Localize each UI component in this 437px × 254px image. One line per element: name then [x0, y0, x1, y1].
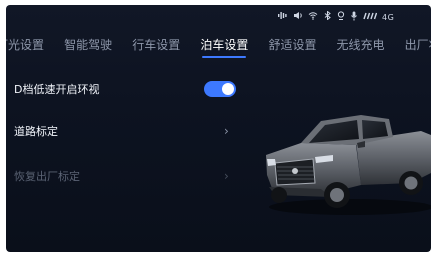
speaker-icon [293, 11, 303, 23]
status-bar: 4G [278, 10, 394, 24]
settings-tabs: 灯光设置 智能驾驶 行车设置 泊车设置 舒适设置 无线充电 出厂状态 [6, 34, 431, 58]
setting-label: 道路标定 [14, 125, 58, 138]
tab-parking[interactable]: 泊车设置 [200, 36, 248, 58]
bluetooth-icon [323, 10, 332, 23]
signal-icon [363, 11, 378, 23]
tab-factory-status[interactable]: 出厂状态 [405, 36, 431, 57]
tab-lighting[interactable]: 灯光设置 [6, 36, 44, 57]
pickup-truck-image [266, 115, 431, 215]
setting-row-surround-view[interactable]: D档低速开启环视 [14, 78, 236, 100]
location-icon [337, 10, 345, 24]
toggle-knob [222, 83, 234, 95]
car-settings-screen: 4G 灯光设置 智能驾驶 行车设置 泊车设置 舒适设置 无线充电 出厂状态 D档… [6, 5, 431, 252]
chevron-right-icon: › [224, 169, 229, 183]
tab-smart-driving[interactable]: 智能驾驶 [64, 36, 112, 57]
tab-comfort[interactable]: 舒适设置 [268, 36, 316, 57]
mic-icon [350, 11, 358, 24]
surround-view-toggle[interactable] [204, 81, 236, 97]
setting-row-factory-calibration[interactable]: 恢复出厂标定 › [14, 165, 234, 187]
tab-wireless-charging[interactable]: 无线充电 [337, 36, 385, 57]
active-tab-indicator [202, 56, 247, 58]
wifi-icon [308, 11, 318, 23]
setting-label: 恢复出厂标定 [14, 170, 80, 183]
tab-driving[interactable]: 行车设置 [132, 36, 180, 57]
voice-icon [278, 11, 288, 23]
setting-label: D档低速开启环视 [14, 83, 100, 96]
network-type: 4G [382, 12, 395, 22]
setting-row-road-calibration[interactable]: 道路标定 › [14, 120, 234, 142]
chevron-right-icon: › [224, 124, 229, 138]
